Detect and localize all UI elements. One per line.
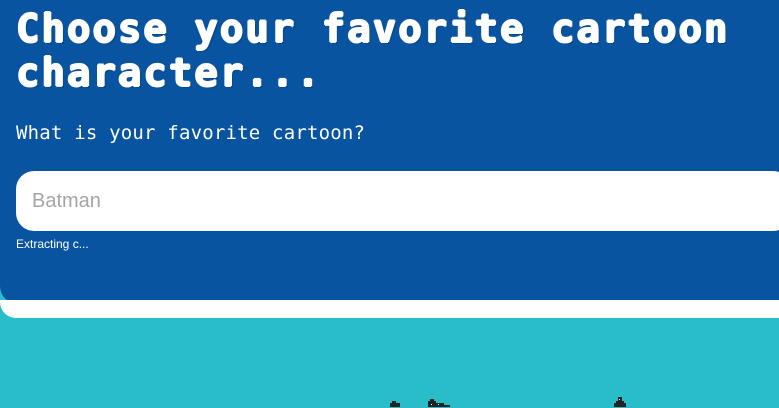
page-title: Choose your favorite cartoon character..… [16,7,730,96]
pixel-character-icon [388,395,462,408]
cartoon-question-label: What is your favorite cartoon? [16,122,366,144]
panel-divider [0,300,779,318]
cartoon-search-field[interactable] [16,171,779,231]
pixel-character-icon [606,395,630,408]
cartoon-search-input[interactable] [16,171,779,231]
app-page: Choose your favorite cartoon character..… [0,0,779,408]
extraction-status-text: Extracting c... [16,237,89,251]
